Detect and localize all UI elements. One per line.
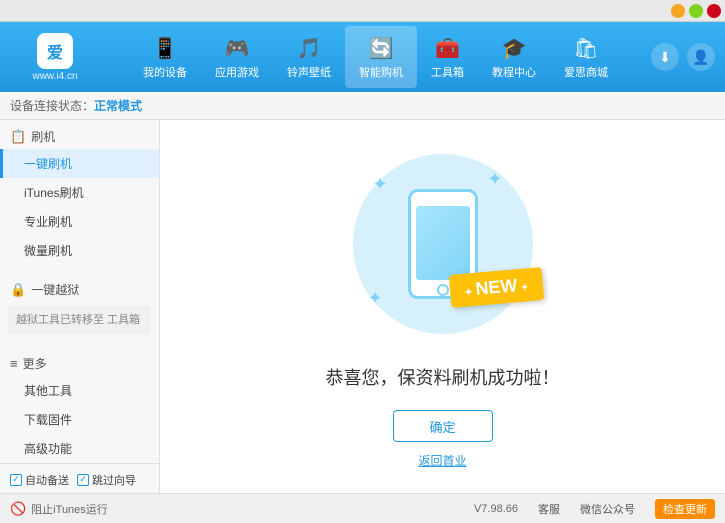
header-right: ⬇ 👤 (651, 43, 715, 71)
close-button[interactable] (707, 4, 721, 18)
logo-domain: www.i4.cn (32, 71, 77, 82)
minimize-button[interactable] (671, 4, 685, 18)
nav-bar: 📱 我的设备 🎮 应用游戏 🎵 铃声壁纸 🔄 智能购机 🧰 工具箱 🎓 教程中心… (100, 26, 651, 88)
header: 爱 www.i4.cn 📱 我的设备 🎮 应用游戏 🎵 铃声壁纸 🔄 智能购机 … (0, 22, 725, 92)
sidebar-section-flash: 📋 刷机 (0, 120, 159, 149)
confirm-button[interactable]: 确定 (393, 410, 493, 442)
sidebar-item-download-firmware[interactable]: 下载固件 (0, 405, 159, 434)
my-device-icon: 📱 (151, 34, 179, 62)
footer-left: 🚫 阻止iTunes运行 (10, 501, 108, 517)
nav-shop[interactable]: 🛍 爱思商城 (550, 26, 622, 88)
flash-section-label: 刷机 (31, 128, 55, 145)
phone-circle: ✦ ✦ ✦ NEW (353, 154, 533, 334)
nav-my-device[interactable]: 📱 我的设备 (129, 26, 201, 88)
checkbox-row: ✓ 自动备送 ✓ 跳过向导 (10, 472, 149, 488)
update-button[interactable]: 检查更新 (655, 499, 715, 519)
user-button[interactable]: 👤 (687, 43, 715, 71)
shop-icon: 🛍 (572, 34, 600, 62)
lock-icon: 🔒 (10, 282, 26, 298)
sidebar-item-pro-flash[interactable]: 专业刷机 (0, 207, 159, 236)
smart-shop-label: 智能购机 (359, 64, 403, 80)
sidebar-section-more: ≡ 更多 (0, 347, 159, 376)
nav-apps-games[interactable]: 🎮 应用游戏 (201, 26, 273, 88)
tutorial-icon: 🎓 (500, 34, 528, 62)
checkbox-border-auto: ✓ (10, 474, 22, 486)
checkbox-border-skip: ✓ (77, 474, 89, 486)
maximize-button[interactable] (689, 4, 703, 18)
sidebar-bottom: ✓ 自动备送 ✓ 跳过向导 📱 iPhone 12 mini 64GB Down… (0, 463, 159, 494)
sparkle-bl: ✦ (368, 288, 383, 309)
main-content: 📋 刷机 一键刷机 iTunes刷机 专业刷机 微量刷机 🔒 一键越狱 越狱工具… (0, 120, 725, 493)
main-panel: ✦ ✦ ✦ NEW 恭喜您，保资料刷机成功啦！ 确定 返回首业 (160, 120, 725, 493)
success-message: 恭喜您，保资料刷机成功啦！ (326, 364, 560, 390)
support-link[interactable]: 客服 (538, 501, 560, 517)
skip-guide-checkbox[interactable]: ✓ 跳过向导 (77, 472, 136, 488)
device-status: 正常模式 (94, 97, 142, 114)
apps-games-icon: 🎮 (223, 34, 251, 62)
new-badge: NEW (448, 267, 543, 308)
more-section-label: 更多 (23, 355, 47, 372)
checkbox-check-skip: ✓ (79, 474, 87, 485)
auto-back-checkbox[interactable]: ✓ 自动备送 (10, 472, 69, 488)
nav-toolbox[interactable]: 🧰 工具箱 (417, 26, 478, 88)
nav-smart-shop[interactable]: 🔄 智能购机 (345, 26, 417, 88)
skip-guide-label: 跳过向导 (92, 472, 136, 488)
subheader-prefix: 设备连接状态： (10, 97, 94, 114)
success-graphic: ✦ ✦ ✦ NEW (343, 144, 543, 344)
sidebar-item-one-click-flash[interactable]: 一键刷机 (0, 149, 159, 178)
my-device-label: 我的设备 (143, 64, 187, 80)
logo-icon: 爱 (37, 33, 73, 69)
phone-home-button (437, 284, 449, 296)
checkbox-check-auto: ✓ (12, 474, 20, 485)
toolbox-icon: 🧰 (434, 34, 462, 62)
sparkle-tr: ✦ (487, 169, 502, 190)
footer: 🚫 阻止iTunes运行 V7.98.66 客服 微信公众号 检查更新 (0, 493, 725, 523)
jailbreak-section-label: 一键越狱 (31, 281, 79, 298)
nav-tutorial[interactable]: 🎓 教程中心 (478, 26, 550, 88)
block-itunes-text: 阻止iTunes运行 (31, 501, 108, 517)
ringtones-icon: 🎵 (295, 34, 323, 62)
smart-shop-icon: 🔄 (367, 34, 395, 62)
logo-area: 爱 www.i4.cn (10, 33, 100, 82)
more-section-icon: ≡ (10, 356, 18, 371)
sparkle-tl: ✦ (373, 174, 388, 195)
jailbreak-notice: 越狱工具已转移至 工具箱 (8, 306, 151, 335)
return-link[interactable]: 返回首业 (418, 452, 466, 469)
sidebar-item-retain-flash[interactable]: 微量刷机 (0, 236, 159, 265)
toolbox-label: 工具箱 (431, 64, 464, 80)
titlebar (0, 0, 725, 22)
sidebar-section-jailbreak: 🔒 一键越狱 (0, 273, 159, 302)
sidebar-item-other-tools[interactable]: 其他工具 (0, 376, 159, 405)
phone-screen (416, 206, 470, 280)
sidebar-item-itunes-flash[interactable]: iTunes刷机 (0, 178, 159, 207)
tutorial-label: 教程中心 (492, 64, 536, 80)
nav-ringtones[interactable]: 🎵 铃声壁纸 (273, 26, 345, 88)
version-text: V7.98.66 (474, 503, 518, 515)
block-itunes-icon: 🚫 (10, 501, 26, 517)
shop-label: 爱思商城 (564, 64, 608, 80)
apps-games-label: 应用游戏 (215, 64, 259, 80)
sidebar-item-advanced[interactable]: 高级功能 (0, 434, 159, 463)
subheader: 设备连接状态： 正常模式 (0, 92, 725, 120)
wechat-link[interactable]: 微信公众号 (580, 501, 635, 517)
ringtones-label: 铃声壁纸 (287, 64, 331, 80)
download-button[interactable]: ⬇ (651, 43, 679, 71)
auto-back-label: 自动备送 (25, 472, 69, 488)
flash-section-icon: 📋 (10, 129, 26, 145)
footer-right: V7.98.66 客服 微信公众号 检查更新 (474, 499, 715, 519)
sidebar: 📋 刷机 一键刷机 iTunes刷机 专业刷机 微量刷机 🔒 一键越狱 越狱工具… (0, 120, 160, 493)
